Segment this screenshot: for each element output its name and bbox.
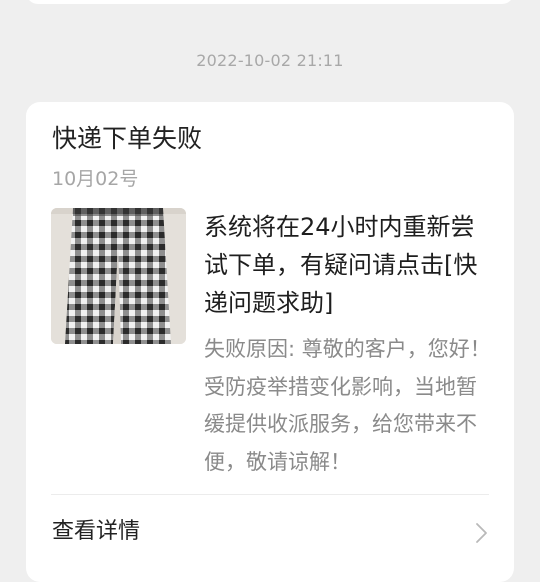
- card-date: 10月02号: [52, 168, 139, 190]
- previous-message-card: [26, 0, 514, 4]
- chevron-right-icon: [476, 523, 487, 543]
- card-title: 快递下单失败: [52, 124, 203, 153]
- message-headline: 系统将在24小时内重新尝试下单，有疑问请点击[快递问题求助]: [204, 213, 478, 317]
- product-thumbnail[interactable]: [51, 208, 186, 344]
- message-timestamp: 2022-10-02 21:11: [196, 51, 344, 70]
- view-details-button[interactable]: 查看详情: [26, 495, 514, 571]
- notification-card[interactable]: 快递下单失败 10月02号 系统将在24小时内重新尝试下单，有疑问请点击[快递问…: [26, 102, 514, 582]
- failure-reason: 失败原因: 尊敬的客户，您好！受防疫举措变化影响，当地暂缓提供收派服务，给您带来…: [204, 337, 491, 474]
- gingham-pants-image: [51, 208, 186, 344]
- view-details-label: 查看详情: [52, 519, 141, 544]
